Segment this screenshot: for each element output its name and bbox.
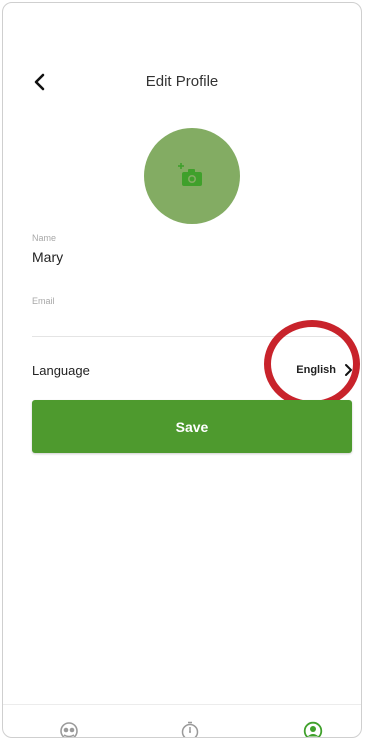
nav-item-timer[interactable] bbox=[178, 719, 202, 737]
header: Edit Profile bbox=[3, 65, 361, 101]
language-value: English bbox=[296, 364, 336, 376]
email-label: Email bbox=[32, 296, 55, 306]
language-row[interactable]: Language English bbox=[32, 352, 353, 388]
timer-icon bbox=[181, 721, 199, 737]
page-title: Edit Profile bbox=[145, 73, 219, 90]
phone-screen: Edit Profile Name Mary Email Language En… bbox=[2, 2, 362, 738]
chat-icon bbox=[60, 722, 78, 737]
name-label: Name bbox=[32, 233, 57, 243]
add-photo-icon bbox=[178, 163, 202, 186]
profile-icon bbox=[303, 721, 323, 737]
language-label: Language bbox=[32, 362, 90, 378]
save-button[interactable]: Save bbox=[32, 400, 352, 453]
nav-item-chat[interactable] bbox=[57, 719, 81, 737]
email-divider bbox=[32, 336, 349, 337]
language-selector[interactable]: English bbox=[296, 363, 353, 377]
name-field[interactable]: Mary bbox=[32, 249, 63, 265]
email-field[interactable] bbox=[32, 309, 332, 331]
bottom-nav-divider bbox=[3, 704, 361, 705]
chevron-right-icon bbox=[345, 364, 352, 376]
avatar-photo-button[interactable] bbox=[144, 128, 240, 224]
nav-item-profile[interactable] bbox=[301, 719, 325, 737]
